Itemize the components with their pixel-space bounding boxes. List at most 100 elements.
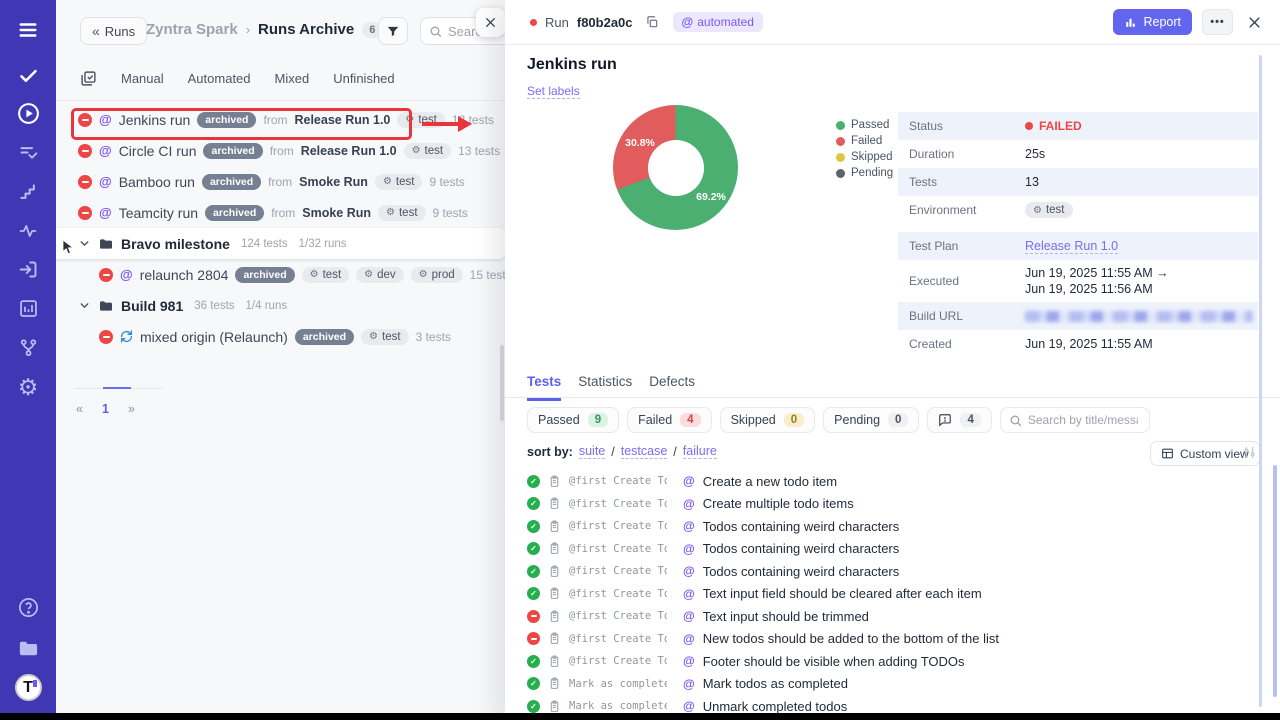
failed-status-icon <box>78 206 92 220</box>
sort-by-testcase-link[interactable]: testcase <box>621 444 668 459</box>
test-row[interactable]: @first Create To…@Create multiple todo i… <box>527 493 1257 516</box>
test-row[interactable]: Mark as complete…@Mark todos as complete… <box>527 673 1257 696</box>
test-row[interactable]: @first Create To…@Todos containing weird… <box>527 538 1257 561</box>
run-row-teamcity[interactable]: @ Teamcity run archived from Smoke Run ⚙… <box>56 197 505 228</box>
env-tag[interactable]: ⚙test <box>302 267 350 283</box>
env-tag[interactable]: ⚙test <box>1025 202 1073 218</box>
env-tag[interactable]: ⚙test <box>397 112 445 128</box>
menu-icon[interactable] <box>0 19 56 41</box>
pagination-next[interactable]: » <box>128 402 135 416</box>
breadcrumb-separator: › <box>246 22 250 37</box>
back-to-runs-button[interactable]: « Runs <box>80 17 147 45</box>
from-run-link[interactable]: Release Run 1.0 <box>294 113 390 127</box>
test-row[interactable]: @first Create To…@Todos containing weird… <box>527 560 1257 583</box>
env-tag[interactable]: ⚙test <box>375 174 423 190</box>
filter-passed-chip[interactable]: Passed9 <box>527 407 619 433</box>
filter-pending-chip[interactable]: Pending0 <box>823 407 919 433</box>
import-icon[interactable] <box>0 259 56 280</box>
tests-list: @first Create To…@Create a new todo item… <box>527 470 1257 718</box>
run-detail-header: Run f80b2a0c @ automated Report ••• <box>505 0 1280 45</box>
help-circle-icon[interactable] <box>0 596 56 619</box>
analytics-bar-chart-icon[interactable] <box>0 298 56 319</box>
pagination-page-1[interactable]: 1 <box>102 402 109 416</box>
tests-search-input[interactable] <box>1028 413 1138 427</box>
chevron-down-icon[interactable] <box>78 299 91 312</box>
chevron-down-icon[interactable] <box>78 237 91 250</box>
panel-close-button[interactable] <box>476 8 505 37</box>
tab-manual[interactable]: Manual <box>121 71 164 86</box>
pagination-prev[interactable]: « <box>76 402 83 416</box>
filter-button[interactable] <box>378 17 408 45</box>
env-tag[interactable]: ⚙dev <box>356 267 404 283</box>
report-button[interactable]: Report <box>1113 9 1192 35</box>
run-row-circle-ci[interactable]: @ Circle CI run archived from Release Ru… <box>56 135 505 166</box>
table-icon <box>1161 447 1174 460</box>
settings-gear-icon[interactable]: ⚙ <box>0 375 56 401</box>
sort-by-suite-link[interactable]: suite <box>579 444 605 459</box>
skipped-count-badge: 0 <box>784 413 804 427</box>
view-settings-sliders-icon[interactable] <box>1242 445 1257 465</box>
run-row-jenkins[interactable]: @ Jenkins run archived from Release Run … <box>56 104 505 135</box>
gear-icon: ⚙ <box>364 269 373 280</box>
filter-skipped-chip[interactable]: Skipped0 <box>720 407 816 433</box>
projects-folder-icon[interactable] <box>0 637 56 660</box>
detail-scrollbar[interactable] <box>1259 55 1262 707</box>
tab-automated[interactable]: Automated <box>188 71 251 86</box>
breadcrumb-project[interactable]: Zyntra Spark <box>146 21 238 38</box>
detail-close-button[interactable] <box>1247 15 1262 30</box>
summary-row-duration: Duration 25s <box>898 140 1258 168</box>
set-labels-link[interactable]: Set labels <box>527 84 580 99</box>
filter-failed-chip[interactable]: Failed4 <box>627 407 711 433</box>
test-row[interactable]: @first Create To…@New todos should be ad… <box>527 628 1257 651</box>
from-run-link[interactable]: Release Run 1.0 <box>301 144 397 158</box>
window-bottom-edge <box>0 713 1280 720</box>
test-row[interactable]: @first Create To…@Text input field shoul… <box>527 583 1257 606</box>
tab-unfinished[interactable]: Unfinished <box>333 71 394 86</box>
tests-check-icon[interactable] <box>0 65 56 86</box>
automated-badge[interactable]: @ automated <box>673 12 763 32</box>
env-tag[interactable]: ⚙prod <box>411 267 463 283</box>
filter-comments-chip[interactable]: 4 <box>927 407 991 433</box>
sort-by-failure-link[interactable]: failure <box>683 444 717 459</box>
passed-status-icon <box>527 655 540 668</box>
test-plan-link[interactable]: Release Run 1.0 <box>1025 239 1118 254</box>
milestones-steps-icon[interactable] <box>0 182 56 202</box>
env-tag[interactable]: ⚙test <box>404 143 452 159</box>
env-tag[interactable]: ⚙test <box>361 329 409 345</box>
runs-play-icon[interactable] <box>0 101 56 126</box>
app-logo-avatar[interactable]: T <box>0 674 56 701</box>
select-all-icon[interactable] <box>80 70 97 87</box>
run-id: f80b2a0c <box>577 15 633 30</box>
more-options-button[interactable]: ••• <box>1202 9 1233 35</box>
automated-run-icon: @ <box>99 112 112 127</box>
run-row-mixed-origin[interactable]: mixed origin (Relaunch) archived ⚙test 3… <box>56 321 505 352</box>
tab-mixed[interactable]: Mixed <box>275 71 310 86</box>
run-row-relaunch-2804[interactable]: @ relaunch 2804 archived ⚙test ⚙dev ⚙pro… <box>56 259 505 290</box>
test-row[interactable]: @first Create To…@Text input should be t… <box>527 605 1257 628</box>
passed-status-icon <box>527 497 540 510</box>
folder-row-build-981[interactable]: Build 981 36 tests 1/4 runs <box>56 290 505 321</box>
test-row[interactable]: @first Create To…@Todos containing weird… <box>527 515 1257 538</box>
results-donut-chart: 30.8% 69.2% <box>613 105 738 230</box>
env-tag[interactable]: ⚙test <box>378 205 426 221</box>
tests-list-scrollbar[interactable] <box>1273 465 1277 697</box>
copy-icon[interactable] <box>645 15 659 29</box>
from-run-link[interactable]: Smoke Run <box>302 206 371 220</box>
pending-dot-icon <box>836 169 845 178</box>
breadcrumb: Zyntra Spark › Runs Archive 6 <box>146 21 382 38</box>
build-url-link-redacted[interactable] <box>1025 311 1253 322</box>
test-row[interactable]: @first Create To…@Create a new todo item <box>527 470 1257 493</box>
activity-pulse-icon[interactable] <box>0 221 56 241</box>
from-run-link[interactable]: Smoke Run <box>299 175 368 189</box>
left-panel-scrollbar[interactable] <box>500 345 504 421</box>
automated-test-icon: @ <box>683 542 695 556</box>
test-row[interactable]: @first Create To…@Footer should be visib… <box>527 650 1257 673</box>
archived-badge: archived <box>197 112 256 128</box>
plans-list-check-icon[interactable] <box>0 142 56 163</box>
tests-count: 13 tests <box>452 113 494 127</box>
run-detail-panel: Run f80b2a0c @ automated Report ••• Jenk… <box>505 0 1280 720</box>
folder-row-bravo-milestone[interactable]: Bravo milestone 124 tests 1/32 runs <box>56 228 505 259</box>
run-row-bamboo[interactable]: @ Bamboo run archived from Smoke Run ⚙te… <box>56 166 505 197</box>
passed-status-icon <box>527 542 540 555</box>
branches-icon[interactable] <box>0 337 56 358</box>
